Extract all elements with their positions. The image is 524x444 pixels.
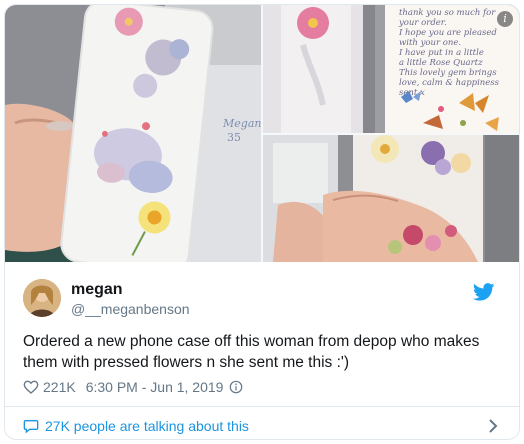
heart-icon[interactable] (23, 379, 39, 395)
note-photo: thank you so much for your order. I hope… (263, 5, 519, 133)
tweet-author[interactable]: megan @__meganbenson (23, 279, 503, 321)
chevron-right-icon[interactable] (487, 417, 499, 435)
avatar-image (23, 279, 61, 317)
note-line-5: I have put in a little (398, 48, 484, 58)
photo-phone-case-in-hand[interactable]: Megan 35 (5, 5, 261, 262)
photo-pressed-flowers-closeup[interactable] (263, 135, 519, 262)
tweet-media-grid[interactable]: Megan 35 thank you so much for your orde… (5, 5, 519, 262)
note-line-1: thank you so much for (399, 8, 496, 18)
twitter-bird-icon[interactable] (473, 283, 495, 301)
tweet-text: Ordered a new phone case off this woman … (23, 333, 480, 371)
avatar[interactable] (23, 279, 61, 317)
conversation-link[interactable]: 27K people are talking about this (23, 416, 503, 436)
note-line-6: a little Rose Quartz (399, 58, 483, 68)
note-line-2: your order. (398, 18, 447, 28)
phone-case-photo: Megan 35 (5, 5, 261, 262)
info-icon[interactable]: i (497, 11, 513, 27)
info-icon[interactable] (229, 380, 243, 394)
envelope-name-text: Megan (222, 117, 261, 130)
tweet-timestamp[interactable]: 6:30 PM - Jun 1, 2019 (86, 379, 224, 395)
conversation-label[interactable]: 27K people are talking about this (45, 418, 249, 434)
envelope-number-text: 35 (227, 131, 241, 144)
divider (5, 406, 519, 407)
speech-bubble-icon (23, 420, 39, 434)
author-name[interactable]: megan (71, 281, 123, 299)
note-line-3: I hope you are pleased (398, 28, 497, 38)
closeup-photo (263, 135, 519, 262)
note-line-8: love, calm & happiness (399, 78, 500, 88)
tweet-card[interactable]: Megan 35 thank you so much for your orde… (4, 4, 520, 440)
note-line-7: This lovely gem brings (399, 68, 497, 78)
like-count[interactable]: 221K (43, 379, 76, 395)
author-handle[interactable]: @__meganbenson (71, 301, 190, 317)
tweet-meta: 221K 6:30 PM - Jun 1, 2019 (23, 378, 243, 396)
note-line-4: with your one. (399, 38, 461, 48)
photo-handwritten-note[interactable]: thank you so much for your order. I hope… (263, 5, 519, 133)
